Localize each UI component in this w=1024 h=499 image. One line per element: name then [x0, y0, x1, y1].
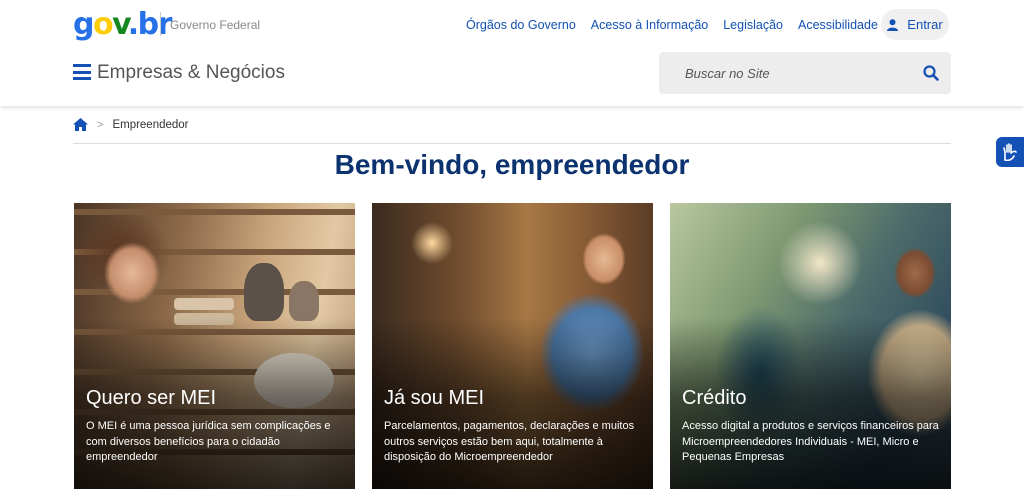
card-description: Parcelamentos, pagamentos, declarações e…: [384, 420, 635, 463]
chevron-right-icon: >: [97, 118, 104, 131]
govbr-logo[interactable]: gov.br: [73, 10, 172, 40]
site-title[interactable]: Empresas & Negócios: [97, 62, 285, 84]
login-button[interactable]: Entrar: [881, 9, 949, 40]
sign-language-icon[interactable]: [996, 137, 1024, 167]
user-icon: [887, 18, 899, 31]
search-box: [659, 52, 951, 94]
search-icon[interactable]: [923, 65, 939, 81]
card-description: O MEI é uma pessoa jurídica sem complica…: [86, 420, 331, 463]
home-icon[interactable]: [73, 118, 88, 131]
government-subtitle: Governo Federal: [170, 18, 261, 32]
card-quero-ser-mei[interactable]: Quero ser MEI O MEI é uma pessoa jurídic…: [74, 203, 355, 489]
breadcrumb-current: Empreendedor: [112, 118, 189, 131]
card-ja-sou-mei[interactable]: Já sou MEI Parcelamentos, pagamentos, de…: [372, 203, 653, 489]
breadcrumb: > Empreendedor: [73, 118, 189, 131]
hands-icon: [1003, 143, 1017, 161]
page-title: Bem-vindo, empreendedor: [334, 149, 690, 180]
link-acesso-informacao[interactable]: Acesso à Informação: [591, 18, 708, 32]
card-credito[interactable]: Crédito Acesso digital a produtos e serv…: [670, 203, 951, 489]
site-header: gov.br Governo Federal Órgãos do Governo…: [0, 0, 1024, 106]
link-legislacao[interactable]: Legislação: [723, 18, 783, 32]
hamburger-icon[interactable]: [73, 64, 91, 80]
search-input[interactable]: [659, 52, 889, 94]
breadcrumb-divider: [73, 143, 951, 144]
top-links: Órgãos do Governo Acesso à Informação Le…: [466, 18, 921, 32]
logo-divider: [160, 12, 161, 36]
card-title: Crédito: [682, 387, 747, 409]
card-title: Já sou MEI: [384, 387, 485, 409]
link-acessibilidade[interactable]: Acessibilidade: [798, 18, 878, 32]
card-title: Quero ser MEI: [86, 387, 217, 409]
login-label: Entrar: [907, 17, 943, 32]
card-description: Acesso digital a produtos e serviços fin…: [682, 420, 939, 463]
link-orgaos-governo[interactable]: Órgãos do Governo: [466, 18, 576, 32]
